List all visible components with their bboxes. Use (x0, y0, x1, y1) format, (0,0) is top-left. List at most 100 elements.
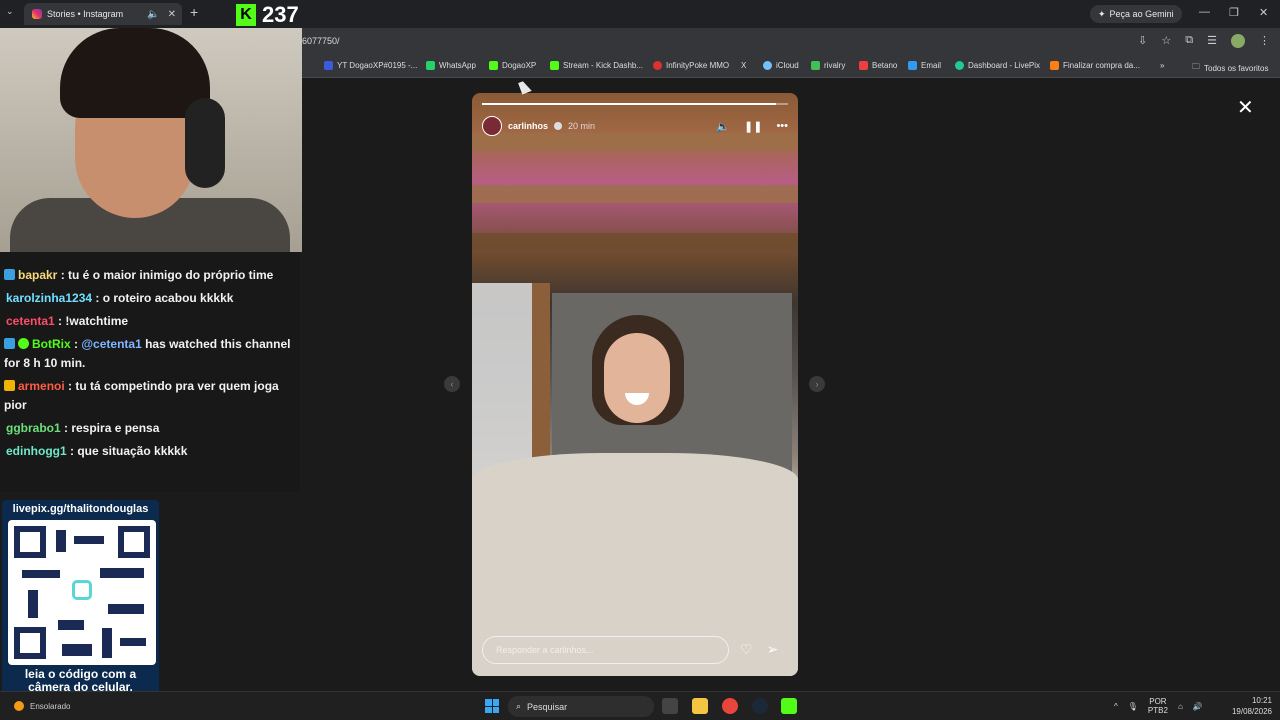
bookmark-label: InfinityPoke MMO (666, 61, 730, 70)
chat-message: BotRix : @cetenta1 has watched this chan… (4, 335, 296, 373)
bookmark-label: Stream - Kick Dashb... (563, 61, 644, 70)
chat-mention: @cetenta1 (81, 337, 142, 351)
bookmark-icon (859, 61, 868, 70)
story-progress-bar (482, 103, 788, 105)
weather-widget[interactable]: Ensolarado (14, 701, 70, 711)
profile-avatar[interactable] (1231, 34, 1245, 48)
input-language[interactable]: POR PTB2 (1148, 697, 1168, 715)
bookmark-icon (324, 61, 333, 70)
story-time: 20 min (568, 121, 596, 131)
ask-gemini-button[interactable]: ✦ Peça ao Gemini (1090, 5, 1182, 23)
window-close-icon[interactable]: ✕ (1259, 6, 1268, 19)
system-tray: ^ 🎙 POR PTB2 ⌂ 🔊 (1114, 697, 1203, 715)
kick-app-icon[interactable] (781, 698, 797, 714)
new-tab-button[interactable]: + (190, 4, 198, 20)
chat-username: armenoi (18, 379, 65, 393)
chat-text: : tu é o maior inimigo do próprio time (57, 268, 274, 282)
bookmark-item[interactable]: Stream - Kick Dashb... (550, 61, 643, 70)
bookmark-star-icon[interactable]: ☆ (1161, 34, 1171, 48)
bookmark-label: WhatsApp (439, 61, 476, 70)
task-view-icon[interactable] (662, 698, 678, 714)
file-explorer-icon[interactable] (692, 698, 708, 714)
chat-username: edinhogg1 (6, 444, 67, 458)
chat-username: ggbrabo1 (6, 421, 61, 435)
bookmark-label: Email (921, 61, 942, 70)
next-story-arrow-icon[interactable]: › (809, 376, 825, 392)
search-icon: ⌕ (516, 701, 522, 711)
restore-icon[interactable]: ❐ (1229, 6, 1239, 19)
chat-message: edinhogg1 : que situação kkkkk (6, 442, 298, 461)
volume-icon[interactable]: 🔈 (716, 120, 730, 133)
more-bookmarks-chevron-icon[interactable]: » (1160, 61, 1164, 70)
extensions-icon[interactable]: ⧉ (1185, 34, 1193, 48)
previous-story-arrow-icon[interactable]: ‹ (444, 376, 460, 392)
menu-kebab-icon[interactable]: ⋮ (1259, 34, 1270, 48)
story-user-avatar[interactable] (482, 116, 502, 136)
reply-input[interactable]: Responder a carlinhos... (482, 636, 729, 664)
mute-tab-icon[interactable]: 🔈 (147, 9, 159, 20)
tray-chevron-icon[interactable]: ^ (1114, 702, 1118, 711)
viewer-count: K 237 (236, 2, 299, 28)
kick-logo-icon: K (236, 4, 256, 26)
install-app-icon[interactable]: ⇩ (1138, 34, 1147, 48)
bookmark-label: Betano (872, 61, 898, 70)
share-send-icon[interactable]: ➢ (767, 641, 779, 658)
chat-message: bapakr : tu é o maior inimigo do próprio… (4, 266, 296, 285)
chat-username: BotRix (32, 337, 71, 351)
bookmark-item[interactable]: YT DogaoXP#0195 -... (324, 61, 417, 70)
steam-icon[interactable] (752, 698, 768, 714)
sun-icon (14, 701, 24, 711)
bookmark-item[interactable]: Betano (859, 61, 897, 70)
bookmark-item[interactable]: Email (908, 61, 941, 70)
viewer-count-value: 237 (262, 2, 299, 27)
minimize-icon[interactable]: — (1199, 6, 1210, 18)
chat-username: karolzinha1234 (6, 291, 93, 305)
microphone-icon[interactable]: 🎙 (1128, 702, 1138, 711)
taskbar-search[interactable]: ⌕ Pesquisar (508, 696, 654, 717)
like-heart-icon[interactable]: ♡ (740, 641, 753, 658)
tab-search-icon[interactable]: ⌄ (6, 6, 14, 17)
clock-time: 10:21 (1251, 696, 1272, 705)
close-tab-icon[interactable]: ✕ (168, 9, 176, 20)
qr-code (8, 520, 156, 665)
all-bookmarks-folder[interactable]: 🗀 Todos os favoritos (1192, 61, 1268, 75)
bookmark-item[interactable]: WhatsApp (426, 61, 476, 70)
bookmark-item[interactable]: InfinityPoke MMO (653, 61, 729, 70)
bookmark-item[interactable]: iCloud (763, 61, 799, 70)
bookmark-label: Finalizar compra da... (1063, 61, 1140, 70)
clock-date: 19/08/2026 (1231, 707, 1272, 716)
bookmark-item[interactable]: DogaoXP (489, 61, 536, 70)
chat-badge-icon (4, 269, 15, 280)
bookmark-item[interactable]: X (741, 61, 746, 70)
reply-placeholder: Responder a carlinhos... (496, 645, 594, 655)
chat-text: : !watchtime (54, 314, 129, 328)
close-story-icon[interactable]: ✕ (1237, 95, 1254, 120)
chrome-icon[interactable] (722, 698, 738, 714)
speaker-icon[interactable]: 🔊 (1193, 702, 1203, 711)
tab-search-list-icon[interactable]: ☰ (1207, 34, 1217, 48)
story-card[interactable]: carlinhos 20 min 🔈 ❚❚ ••• Responder a ca… (472, 93, 798, 676)
bookmark-item[interactable]: rivalry (811, 61, 845, 70)
bookmark-icon (908, 61, 917, 70)
url-field[interactable]: 6077750/ (302, 36, 340, 46)
more-options-icon[interactable]: ••• (776, 120, 788, 133)
livepix-logo-icon (72, 580, 92, 600)
bookmark-item[interactable]: Dashboard - LivePix (955, 61, 1040, 70)
windows-start-icon[interactable] (485, 699, 499, 713)
bookmark-icon (653, 61, 662, 70)
keyboard-layout: PTB2 (1147, 706, 1168, 715)
livepix-url: livepix.gg/thalitondouglas (12, 503, 149, 515)
chat-text: : respira e pensa (60, 421, 160, 435)
tab-instagram-stories[interactable]: Stories • Instagram 🔈 ✕ (24, 3, 182, 25)
gemini-label: Peça ao Gemini (1109, 9, 1174, 19)
bookmark-item[interactable]: Finalizar compra da... (1050, 61, 1140, 70)
pause-icon[interactable]: ❚❚ (744, 120, 762, 133)
chat-username: cetenta1 (6, 314, 55, 328)
weather-label: Ensolarado (30, 701, 71, 711)
story-username[interactable]: carlinhos (508, 121, 548, 131)
person-face (604, 333, 670, 423)
network-icon[interactable]: ⌂ (1178, 702, 1183, 711)
taskbar-clock[interactable]: 10:21 19/08/2026 (1222, 695, 1272, 717)
story-header: carlinhos 20 min 🔈 ❚❚ ••• (482, 115, 788, 137)
browser-tab-bar: ⌄ Stories • Instagram 🔈 ✕ + ✦ Peça ao Ge… (0, 0, 1280, 28)
